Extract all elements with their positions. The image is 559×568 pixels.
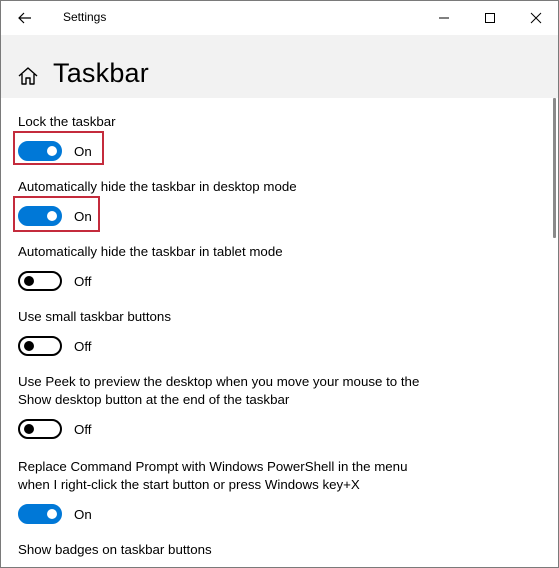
setting-label: Automatically hide the taskbar in deskto…	[18, 179, 297, 194]
title-bar: Settings	[1, 1, 558, 35]
minimize-icon	[439, 17, 449, 19]
scrollbar[interactable]	[553, 98, 556, 238]
setting-lock-taskbar: Lock the taskbar On	[18, 113, 458, 161]
close-button[interactable]	[516, 4, 556, 32]
setting-label: Lock the taskbar	[18, 114, 116, 129]
toggle-row: Off	[18, 270, 92, 292]
peek-toggle[interactable]	[18, 419, 62, 439]
close-icon	[530, 12, 542, 24]
home-icon[interactable]	[17, 65, 39, 87]
highlight-box	[13, 131, 104, 165]
toggle-knob	[47, 509, 57, 519]
setting-label: Automatically hide the taskbar in tablet…	[18, 244, 283, 259]
minimize-button[interactable]	[424, 4, 464, 32]
settings-content: Lock the taskbar On Automatically hide t…	[1, 98, 558, 567]
setting-label-line: Use Peek to preview the desktop when you…	[18, 374, 420, 389]
maximize-icon	[485, 13, 495, 23]
toggle-state: Off	[74, 421, 92, 437]
back-arrow-icon	[18, 12, 31, 24]
setting-badges: Show badges on taskbar buttons	[18, 541, 458, 559]
setting-autohide-desktop: Automatically hide the taskbar in deskto…	[18, 178, 458, 226]
toggle-row: On	[18, 503, 92, 525]
setting-powershell: Replace Command Prompt with Windows Powe…	[18, 458, 458, 524]
toggle-knob	[24, 341, 34, 351]
toggle-state: Off	[74, 273, 92, 289]
toggle-row: Off	[18, 418, 92, 440]
setting-label: Show badges on taskbar buttons	[18, 542, 212, 557]
setting-peek: Use Peek to preview the desktop when you…	[18, 373, 458, 439]
autohide-tablet-toggle[interactable]	[18, 271, 62, 291]
settings-window: Settings Taskbar Lock the taskbar On Aut…	[0, 0, 559, 568]
page-title: Taskbar	[53, 58, 149, 88]
toggle-state: Off	[74, 338, 92, 354]
setting-label: Replace Command Prompt with Windows Powe…	[18, 458, 458, 494]
highlight-box	[13, 196, 100, 232]
setting-small-buttons: Use small taskbar buttons Off	[18, 308, 458, 356]
setting-label-line: Show desktop button at the end of the ta…	[18, 392, 290, 407]
toggle-row: Off	[18, 335, 92, 357]
page-header: Taskbar	[1, 35, 558, 98]
setting-label: Use Peek to preview the desktop when you…	[18, 373, 458, 409]
setting-label-line: when I right-click the start button or p…	[18, 477, 360, 492]
back-button[interactable]	[11, 6, 39, 30]
setting-autohide-tablet: Automatically hide the taskbar in tablet…	[18, 243, 458, 291]
setting-label-line: Replace Command Prompt with Windows Powe…	[18, 459, 408, 474]
setting-label: Use small taskbar buttons	[18, 309, 171, 324]
toggle-knob	[24, 424, 34, 434]
toggle-state: On	[74, 506, 92, 522]
powershell-toggle[interactable]	[18, 504, 62, 524]
window-title: Settings	[63, 10, 107, 24]
small-buttons-toggle[interactable]	[18, 336, 62, 356]
toggle-knob	[24, 276, 34, 286]
maximize-button[interactable]	[470, 4, 510, 32]
